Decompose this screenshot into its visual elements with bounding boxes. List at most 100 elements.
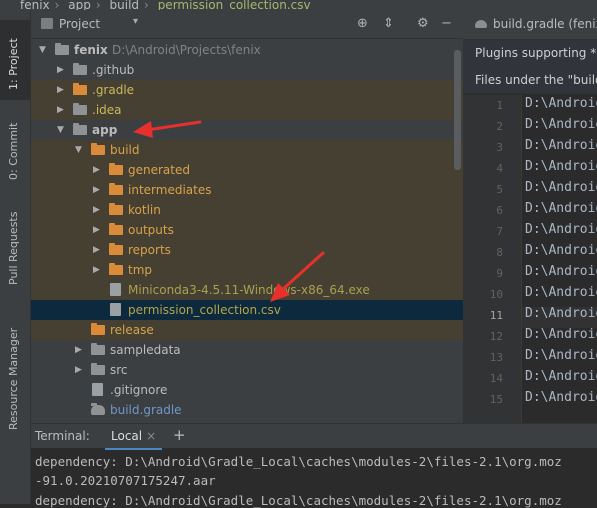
tree-item-tmp[interactable]: ▶ tmp xyxy=(31,260,463,280)
chevron-right-icon[interactable]: ▶ xyxy=(93,160,100,180)
tree-item-gitignore[interactable]: .gitignore xyxy=(31,380,463,400)
build-files-banner: Files under the "build xyxy=(463,67,597,94)
tree-item-label: Miniconda3-4.5.11-Windows-x86_64.exe xyxy=(128,283,370,297)
tree-item-label: fenix xyxy=(74,43,108,57)
terminal-label: Terminal: xyxy=(35,429,90,443)
code-line: D:\Android xyxy=(525,201,597,216)
chevron-down-icon[interactable]: ▼ xyxy=(39,40,46,60)
folder-icon xyxy=(73,103,87,115)
tree-item-label: tmp xyxy=(128,263,153,277)
scrollbar[interactable] xyxy=(454,50,461,170)
chevron-right-icon[interactable]: ▶ xyxy=(93,180,100,200)
file-icon xyxy=(110,303,121,316)
chevron-right-icon[interactable]: ▶ xyxy=(93,240,100,260)
tree-item-github[interactable]: ▶ .github xyxy=(31,60,463,80)
tool-tab-pull-requests[interactable]: Pull Requests xyxy=(7,212,20,285)
folder-icon xyxy=(109,203,123,215)
line-number: 9 xyxy=(496,267,503,280)
chevron-right-icon[interactable]: ▶ xyxy=(93,260,100,280)
tree-item-label: .github xyxy=(92,63,135,77)
gradle-icon xyxy=(475,20,487,28)
breadcrumb-item-build[interactable]: build xyxy=(110,0,140,10)
tree-item-miniconda3-4-5-11-windows-x86-64-exe[interactable]: Miniconda3-4.5.11-Windows-x86_64.exe xyxy=(31,280,463,300)
chevron-down-icon[interactable]: ▼ xyxy=(57,120,64,140)
tree-item-label: app xyxy=(92,123,118,137)
code-line: D:\Android xyxy=(525,222,597,237)
collapse-icon[interactable]: ⇕ xyxy=(383,16,394,31)
line-number: 10 xyxy=(489,288,503,301)
chevron-right-icon[interactable]: ▶ xyxy=(93,220,100,240)
left-tool-strip: 1: Project 0: Commit Pull Requests Resou… xyxy=(0,10,31,504)
code-line: D:\Android xyxy=(525,369,597,384)
tool-tab-project[interactable]: 1: Project xyxy=(7,38,20,90)
target-icon[interactable]: ⊕ xyxy=(357,16,368,31)
tree-item-app[interactable]: ▼ app xyxy=(31,120,463,140)
breadcrumb-item-app[interactable]: app xyxy=(68,0,91,10)
tree-item-intermediates[interactable]: ▶ intermediates xyxy=(31,180,463,200)
tree-item-label: .gitignore xyxy=(110,383,168,397)
chevron-right-icon[interactable]: ▶ xyxy=(75,340,82,360)
tree-item-generated[interactable]: ▶ generated xyxy=(31,160,463,180)
tree-item-path: D:\Android\Projects\fenix xyxy=(112,43,261,57)
breadcrumb-item-fenix[interactable]: fenix xyxy=(20,0,50,10)
tree-item-reports[interactable]: ▶ reports xyxy=(31,240,463,260)
terminal-tab-local[interactable]: Local × xyxy=(105,424,163,450)
tree-item-label: generated xyxy=(128,163,190,177)
terminal-panel: Terminal: Local × + dependency: D:\Androi… xyxy=(31,423,597,508)
minimize-icon[interactable]: − xyxy=(441,16,452,31)
chevron-right-icon[interactable]: ▶ xyxy=(93,200,100,220)
chevron-right-icon[interactable]: ▶ xyxy=(75,360,82,380)
tree-item-permission-collection-csv[interactable]: permission_collection.csv xyxy=(31,300,463,320)
line-number: 15 xyxy=(489,393,503,406)
chevron-down-icon[interactable]: ▼ xyxy=(75,140,82,160)
tree-item-label: release xyxy=(110,323,154,337)
terminal-line: -91.0.20210707175247.aar xyxy=(35,473,216,488)
breadcrumb-item-file[interactable]: permission_collection.csv xyxy=(158,0,311,10)
project-panel: Project ▾ ⊕ ⇕ ⚙ − ▼ fenix D:\Android\Proje… xyxy=(31,10,463,423)
tree-item-release[interactable]: release xyxy=(31,320,463,340)
file-icon xyxy=(110,283,121,296)
gear-icon[interactable]: ⚙ xyxy=(417,16,429,31)
tree-item-label: intermediates xyxy=(128,183,212,197)
tree-item-label: sampledata xyxy=(110,343,181,357)
tree-item-outputs[interactable]: ▶ outputs xyxy=(31,220,463,240)
folder-icon xyxy=(109,163,123,175)
project-view-selector[interactable]: Project xyxy=(59,17,100,31)
line-number: 4 xyxy=(496,162,503,175)
tree-item-label: reports xyxy=(128,243,171,257)
tree-item-label: outputs xyxy=(128,223,174,237)
folder-icon xyxy=(109,243,123,255)
line-number: 13 xyxy=(489,351,503,364)
plugins-banner-text: Plugins supporting *.c xyxy=(475,46,597,60)
folder-icon xyxy=(91,143,105,155)
line-number: 7 xyxy=(496,225,503,238)
tree-item-src[interactable]: ▶ src xyxy=(31,360,463,380)
tree-item-build-gradle[interactable]: build.gradle xyxy=(31,400,463,420)
tool-tab-resource-manager[interactable]: Resource Manager xyxy=(7,328,20,430)
close-icon[interactable]: × xyxy=(146,429,156,443)
line-number: 12 xyxy=(489,330,503,343)
tree-item-fenix[interactable]: ▼ fenix D:\Android\Projects\fenix xyxy=(31,40,463,60)
code-line: D:\Android xyxy=(525,348,597,363)
folder-icon xyxy=(73,83,87,95)
plugins-banner: Plugins supporting *.c xyxy=(463,40,597,67)
tree-item-idea[interactable]: ▶ .idea xyxy=(31,100,463,120)
tree-item-label: build xyxy=(110,143,140,157)
folder-icon xyxy=(55,43,69,55)
code-line: D:\Android xyxy=(525,285,597,300)
tree-item-build[interactable]: ▼ build xyxy=(31,140,463,160)
add-terminal-icon[interactable]: + xyxy=(173,426,186,444)
tool-tab-commit[interactable]: 0: Commit xyxy=(7,123,20,180)
tree-item-label: permission_collection.csv xyxy=(128,303,281,317)
tree-item-kotlin[interactable]: ▶ kotlin xyxy=(31,200,463,220)
tree-item-gradle[interactable]: ▶ .gradle xyxy=(31,80,463,100)
terminal-tab-label: Local xyxy=(111,429,143,443)
chevron-down-icon[interactable]: ▾ xyxy=(133,16,138,27)
folder-icon xyxy=(73,63,87,75)
chevron-right-icon[interactable]: ▶ xyxy=(57,100,64,120)
chevron-right-icon[interactable]: ▶ xyxy=(57,80,64,100)
chevron-right-icon[interactable]: ▶ xyxy=(57,60,64,80)
editor-tab[interactable]: build.gradle (fenix xyxy=(463,10,597,40)
line-number: 6 xyxy=(496,204,503,217)
tree-item-sampledata[interactable]: ▶ sampledata xyxy=(31,340,463,360)
